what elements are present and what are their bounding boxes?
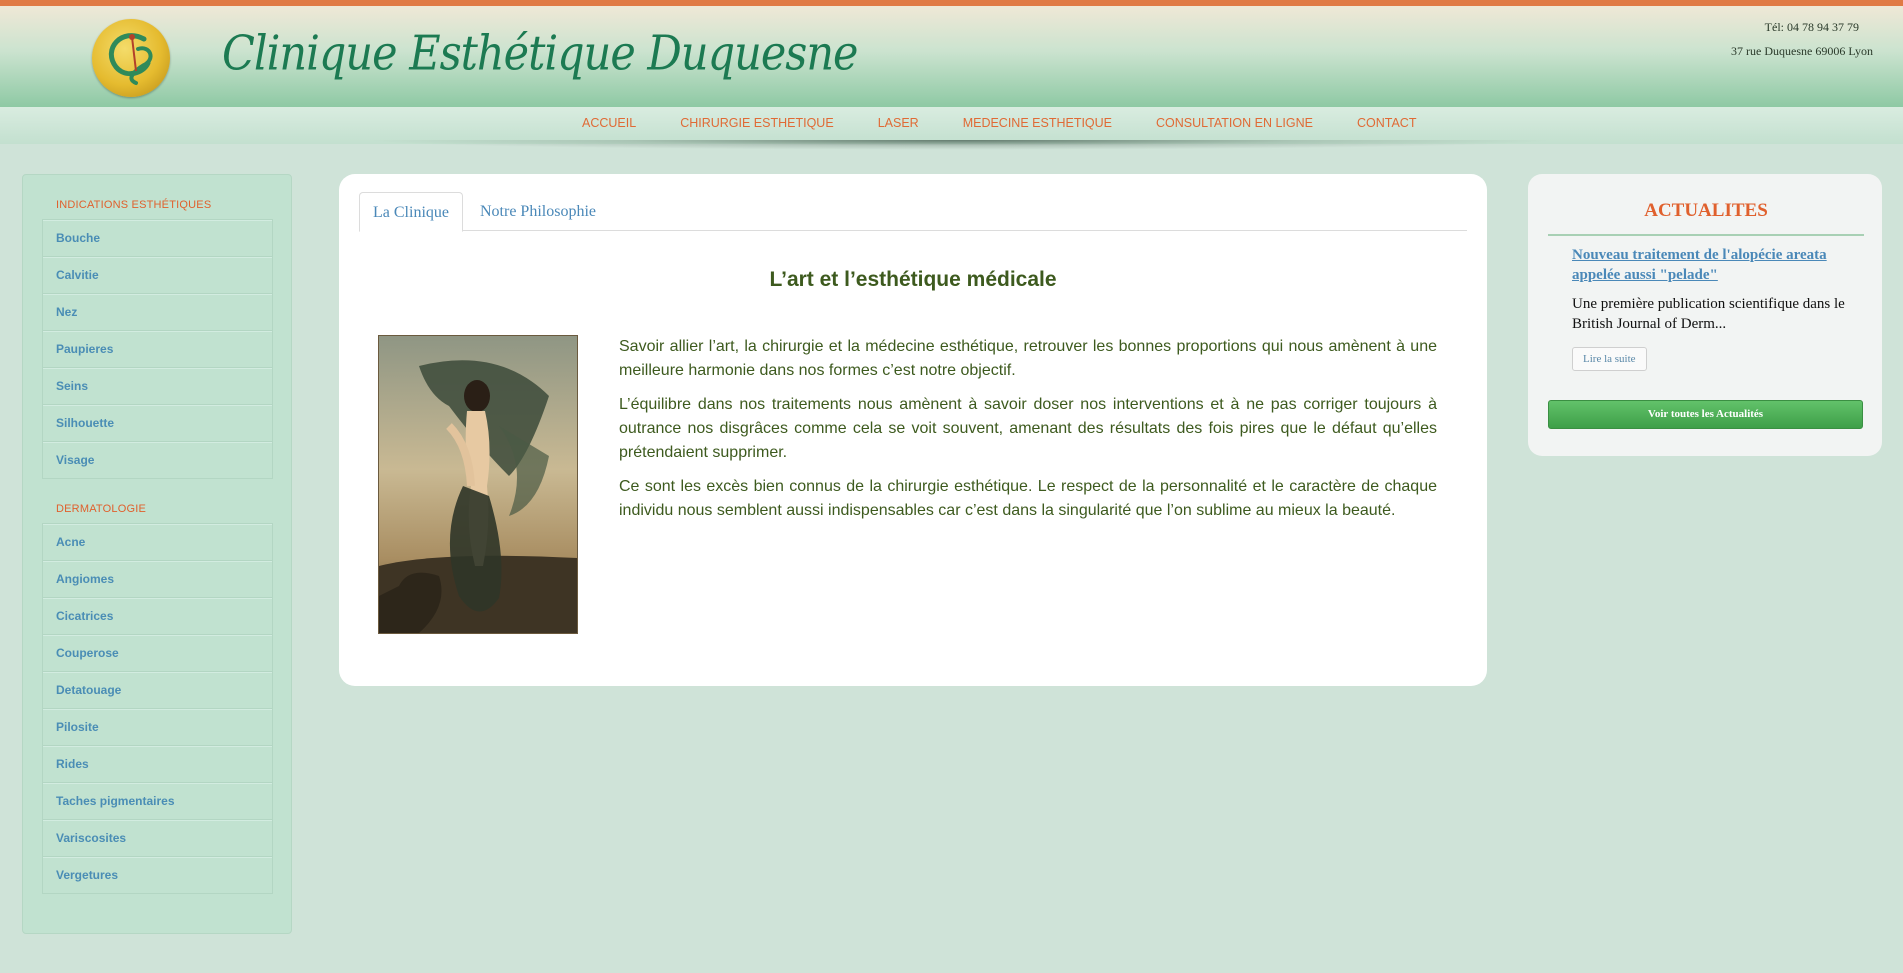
main-navbar: ACCUEIL CHIRURGIE ESTHETIQUE LASER MEDEC… bbox=[0, 107, 1903, 144]
sidebar-item-couperose[interactable]: Couperose bbox=[43, 634, 272, 671]
sidebar-list-dermatologie: Acne Angiomes Cicatrices Couperose Detat… bbox=[42, 523, 273, 894]
news-panel: ACTUALITES Nouveau traitement de l'alopé… bbox=[1528, 174, 1882, 456]
sidebar-list-indications: Bouche Calvitie Nez Paupieres Seins Silh… bbox=[42, 219, 273, 479]
paragraph: Ce sont les excès bien connus de la chir… bbox=[619, 478, 1437, 519]
sidebar-item-nez[interactable]: Nez bbox=[43, 293, 272, 330]
woman-painting-icon bbox=[379, 336, 577, 633]
sidebar-item-pilosite[interactable]: Pilosite bbox=[43, 708, 272, 745]
sidebar-section-title-indications: INDICATIONS ESTHÉTIQUES bbox=[56, 199, 212, 211]
tab-la-clinique[interactable]: La Clinique bbox=[359, 192, 463, 232]
site-title[interactable]: Clinique Esthétique Duquesne bbox=[222, 26, 858, 82]
address: 37 rue Duquesne 69006 Lyon bbox=[1731, 44, 1873, 58]
phone-number: Tél: 04 78 94 37 79 bbox=[1764, 20, 1859, 34]
sidebar-item-cicatrices[interactable]: Cicatrices bbox=[43, 597, 272, 634]
sidebar-item-paupieres[interactable]: Paupieres bbox=[43, 330, 272, 367]
paragraph: L’équilibre dans nos traitements nous am… bbox=[619, 396, 1437, 461]
clinic-logo[interactable] bbox=[92, 19, 170, 97]
sidebar-item-angiomes[interactable]: Angiomes bbox=[43, 560, 272, 597]
nav-shadow bbox=[360, 140, 1560, 150]
sidebar-item-bouche[interactable]: Bouche bbox=[43, 220, 272, 256]
sidebar-item-detatouage[interactable]: Detatouage bbox=[43, 671, 272, 708]
nav-contact[interactable]: CONTACT bbox=[1335, 107, 1439, 139]
page-heading: L’art et l’esthétique médicale bbox=[769, 268, 1057, 291]
sidebar-item-silhouette[interactable]: Silhouette bbox=[43, 404, 272, 441]
intro-text: Savoir allier l’art, la chirurgie et la … bbox=[619, 335, 1437, 533]
tab-notre-philosophie[interactable]: Notre Philosophie bbox=[467, 192, 609, 229]
content-tabs: La Clinique Notre Philosophie bbox=[359, 192, 1467, 232]
site-header: Clinique Esthétique Duquesne Tél: 04 78 … bbox=[0, 6, 1903, 107]
nav-laser[interactable]: LASER bbox=[856, 107, 941, 139]
news-title: ACTUALITES bbox=[1644, 200, 1768, 221]
sidebar-item-variscosites[interactable]: Variscosites bbox=[43, 819, 272, 856]
nav-chirurgie-esthetique[interactable]: CHIRURGIE ESTHETIQUE bbox=[658, 107, 856, 139]
sidebar-item-calvitie[interactable]: Calvitie bbox=[43, 256, 272, 293]
sidebar-item-vergetures[interactable]: Vergetures bbox=[43, 856, 272, 893]
sidebar: INDICATIONS ESTHÉTIQUES Bouche Calvitie … bbox=[22, 174, 292, 934]
painting-image bbox=[378, 335, 578, 634]
nav-medecine-esthetique[interactable]: MEDECINE ESTHETIQUE bbox=[941, 107, 1134, 139]
sidebar-item-acne[interactable]: Acne bbox=[43, 524, 272, 560]
sidebar-item-seins[interactable]: Seins bbox=[43, 367, 272, 404]
sidebar-item-taches-pigmentaires[interactable]: Taches pigmentaires bbox=[43, 782, 272, 819]
news-divider bbox=[1548, 234, 1864, 236]
sidebar-item-visage[interactable]: Visage bbox=[43, 441, 272, 478]
sidebar-section-title-dermatologie: DERMATOLOGIE bbox=[56, 503, 147, 515]
news-headline-link[interactable]: Nouveau traitement de l'alopécie areata … bbox=[1572, 245, 1862, 285]
nav-consultation-en-ligne[interactable]: CONSULTATION EN LIGNE bbox=[1134, 107, 1335, 139]
paragraph: Savoir allier l’art, la chirurgie et la … bbox=[619, 338, 1437, 379]
read-more-button[interactable]: Lire la suite bbox=[1572, 347, 1647, 371]
sidebar-item-rides[interactable]: Rides bbox=[43, 745, 272, 782]
nav-accueil[interactable]: ACCUEIL bbox=[560, 107, 658, 139]
contact-info: Tél: 04 78 94 37 79 37 rue Duquesne 6900… bbox=[1731, 15, 1873, 63]
news-excerpt: Une première publication scientifique da… bbox=[1572, 296, 1845, 332]
logo-monogram-icon bbox=[108, 33, 153, 85]
main-nav: ACCUEIL CHIRURGIE ESTHETIQUE LASER MEDEC… bbox=[560, 107, 1438, 139]
all-news-button[interactable]: Voir toutes les Actualités bbox=[1548, 400, 1863, 429]
main-content-panel: La Clinique Notre Philosophie L’art et l… bbox=[339, 174, 1487, 686]
